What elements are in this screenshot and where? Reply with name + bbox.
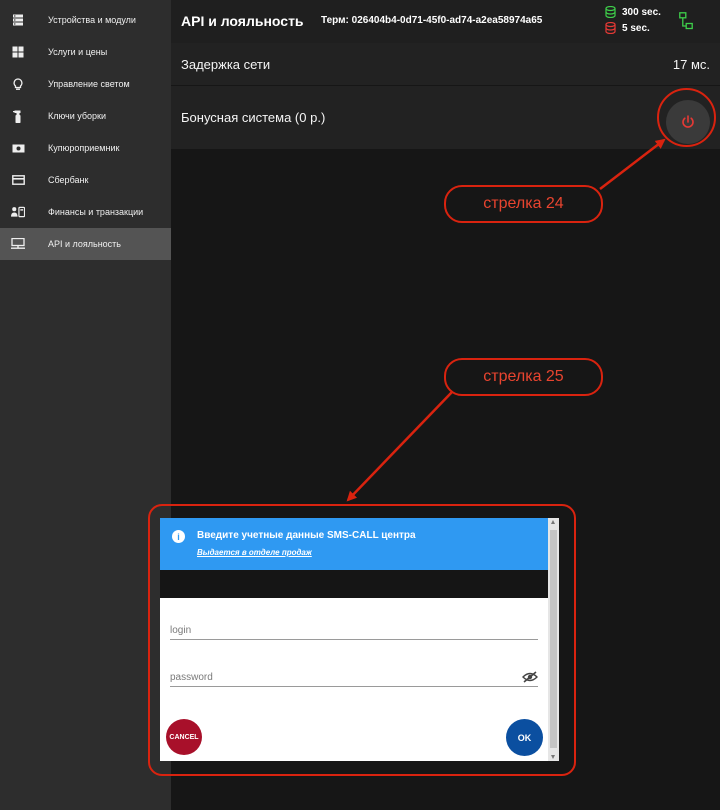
- cancel-button[interactable]: CANCEL: [166, 719, 202, 755]
- monitor-network-icon: [11, 237, 25, 251]
- sidebar-item-label: Финансы и транзакции: [48, 207, 144, 217]
- scroll-up-arrow-icon[interactable]: [551, 520, 555, 524]
- sidebar: Устройства и модули Услуги и цены Управл…: [0, 0, 171, 810]
- credit-card-icon: [11, 173, 25, 187]
- bonus-system-label: Бонусная система (0 р.): [181, 110, 326, 125]
- sidebar-item-sberbank[interactable]: Сбербанк: [0, 164, 171, 196]
- annotation-label-25: стрелка 25: [444, 358, 603, 396]
- sidebar-item-api-loyalty[interactable]: API и лояльность: [0, 228, 171, 260]
- sidebar-item-cleaning-keys[interactable]: Ключи уборки: [0, 100, 171, 132]
- sidebar-item-finance[interactable]: Финансы и транзакции: [0, 196, 171, 228]
- banknote-icon: [11, 141, 25, 155]
- login-input[interactable]: [170, 625, 510, 636]
- login-form: [160, 598, 548, 761]
- info-icon: i: [172, 530, 185, 543]
- annotation-text: стрелка 24: [483, 195, 564, 212]
- finance-icon: [11, 205, 25, 219]
- network-latency-value: 17 мс.: [672, 57, 710, 72]
- sales-department-link[interactable]: Выдается в отделе продаж: [197, 548, 312, 557]
- database-green-icon: [605, 6, 616, 18]
- login-field: [170, 616, 538, 640]
- terminal-id: Терм: 026404b4-0d71-45f0-ad74-a2ea58974a…: [321, 15, 543, 26]
- sidebar-item-light[interactable]: Управление светом: [0, 68, 171, 100]
- sidebar-item-services[interactable]: Услуги и цены: [0, 36, 171, 68]
- scroll-down-arrow-icon[interactable]: [551, 755, 555, 759]
- spray-bottle-icon: [11, 109, 25, 123]
- sidebar-item-label: Ключи уборки: [48, 111, 106, 121]
- sidebar-item-label: Купюроприемник: [48, 143, 120, 153]
- info-banner: i Введите учетные данные SMS-CALL центра…: [160, 518, 548, 570]
- scroll-thumb[interactable]: [550, 530, 557, 748]
- lightbulb-icon: [11, 77, 25, 91]
- page-title: API и лояльность: [181, 13, 304, 29]
- status-red: 5 sec.: [605, 22, 650, 34]
- network-latency-label: Задержка сети: [181, 57, 271, 72]
- sidebar-item-label: Устройства и модули: [48, 15, 136, 25]
- header-bar: API и лояльность Терм: 026404b4-0d71-45f…: [171, 0, 720, 43]
- database-red-icon: [605, 22, 616, 34]
- sidebar-item-label: Сбербанк: [48, 175, 89, 185]
- sidebar-item-label: Управление светом: [48, 79, 130, 89]
- password-input[interactable]: [170, 672, 510, 683]
- annotation-label-24: стрелка 24: [444, 185, 603, 223]
- annotation-ring: [657, 88, 716, 147]
- sms-call-login-dialog: i Введите учетные данные SMS-CALL центра…: [160, 518, 559, 761]
- network-latency-row: Задержка сети 17 мс.: [171, 43, 720, 85]
- eye-off-icon[interactable]: [522, 671, 538, 683]
- sidebar-item-devices[interactable]: Устройства и модули: [0, 4, 171, 36]
- arrow-25: [346, 391, 453, 502]
- grid-icon: [11, 45, 25, 59]
- dialog-scrollbar[interactable]: [548, 518, 559, 761]
- network-icon: [679, 12, 693, 30]
- sidebar-item-label: API и лояльность: [48, 239, 121, 249]
- status-red-text: 5 sec.: [622, 22, 650, 34]
- annotation-text: стрелка 25: [483, 368, 564, 385]
- sidebar-item-label: Услуги и цены: [48, 47, 108, 57]
- status-green-text: 300 sec.: [622, 6, 661, 18]
- ok-button[interactable]: OK: [506, 719, 543, 756]
- password-field: [170, 663, 538, 687]
- bonus-system-row: Бонусная система (0 р.): [171, 86, 720, 149]
- server-stack-icon: [11, 13, 25, 27]
- sidebar-item-bill-acceptor[interactable]: Купюроприемник: [0, 132, 171, 164]
- dialog-title: Введите учетные данные SMS-CALL центра: [197, 530, 416, 541]
- status-green: 300 sec.: [605, 6, 661, 18]
